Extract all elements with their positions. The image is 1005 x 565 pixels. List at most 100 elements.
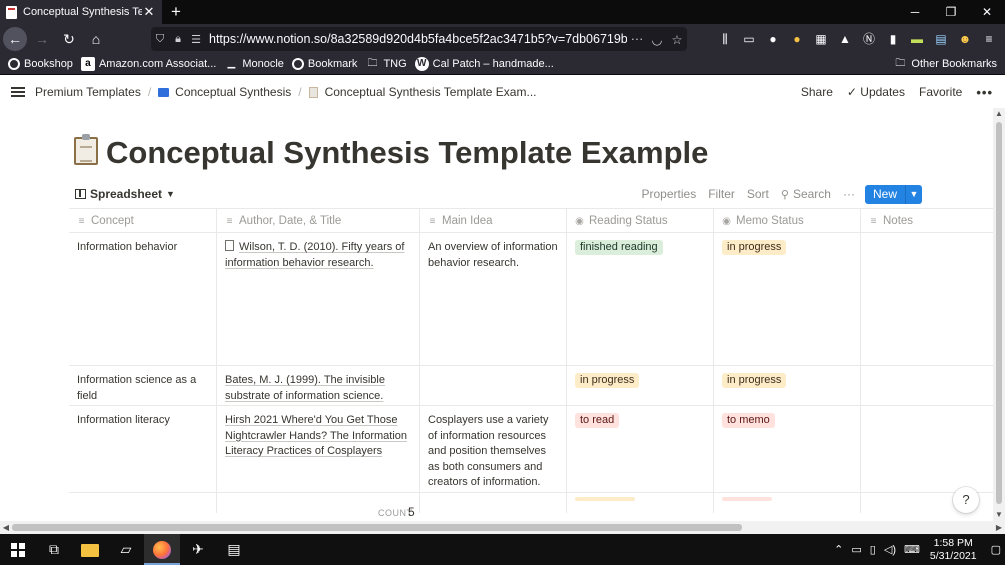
app-icon[interactable]: ▱ <box>108 534 144 565</box>
restore-icon[interactable]: ❐ <box>933 0 969 24</box>
bookmark-star-icon[interactable]: ☆ <box>667 32 687 47</box>
app-icon[interactable]: ✈ <box>180 534 216 565</box>
new-tab-button[interactable]: + <box>162 2 190 22</box>
file-explorer-icon[interactable] <box>72 534 108 565</box>
reading-status-cell[interactable]: to read <box>567 406 714 492</box>
reading-status-cell[interactable]: in progress <box>567 366 714 405</box>
library-icon[interactable]: ⫼ <box>713 28 737 50</box>
memo-status-cell[interactable]: to memo <box>714 406 861 492</box>
main-idea-cell[interactable]: Cosplayers use a variety of information … <box>420 406 567 492</box>
concept-cell[interactable]: Information science as a field <box>69 366 217 405</box>
share-button[interactable]: Share <box>801 85 833 99</box>
author-link[interactable]: Hirsh 2021 Where'd You Get Those Nightcr… <box>225 414 407 457</box>
scrollbar-thumb[interactable] <box>12 524 742 531</box>
minimize-icon[interactable]: ─ <box>897 0 933 24</box>
close-tab-icon[interactable]: ✕ <box>142 4 156 20</box>
concept-cell[interactable]: Information literacy <box>69 406 217 492</box>
scroll-right-icon[interactable]: ▶ <box>993 521 1005 534</box>
chevron-up-icon[interactable]: ⌃ <box>834 543 843 556</box>
task-view-icon[interactable]: ⧉ <box>36 534 72 565</box>
reading-status-cell[interactable]: finished reading <box>567 233 714 365</box>
close-window-icon[interactable]: ✕ <box>969 0 1005 24</box>
breadcrumb-item[interactable]: Conceptual Synthesis Template Exam... <box>325 85 537 99</box>
memo-status-cell[interactable]: in progress <box>714 233 861 365</box>
search-button[interactable]: ⚲ Search <box>781 187 831 201</box>
column-header[interactable]: ≡ Notes <box>861 209 993 233</box>
breadcrumb-item[interactable]: Premium Templates <box>35 85 141 99</box>
home-icon[interactable]: ⌂ <box>84 27 108 51</box>
volume-icon[interactable]: ◁) <box>884 543 896 556</box>
sort-button[interactable]: Sort <box>747 187 769 201</box>
reload-icon[interactable]: ↻ <box>57 27 81 51</box>
extension-icon[interactable]: ● <box>785 28 809 50</box>
back-arrow-icon[interactable]: ← <box>3 27 27 51</box>
column-header[interactable]: ≡ Concept <box>69 209 217 233</box>
extension-icon[interactable]: ▦ <box>809 28 833 50</box>
chevron-down-icon[interactable]: ▼ <box>905 184 922 204</box>
clipboard-page-icon[interactable] <box>74 134 98 165</box>
help-button[interactable]: ? <box>953 487 979 513</box>
vertical-scrollbar[interactable]: ▲ ▼ <box>993 108 1005 521</box>
sidebar-icon[interactable]: ▭ <box>737 28 761 50</box>
page-title[interactable]: Conceptual Synthesis Template Example <box>106 135 708 171</box>
clock[interactable]: 1:58 PM 5/31/2021 <box>930 537 977 563</box>
author-link[interactable]: Bates, M. J. (1999). The invisible subst… <box>225 374 385 402</box>
language-icon[interactable]: ⌨ <box>904 543 920 556</box>
column-header[interactable]: ≡ Author, Date, & Title <box>217 209 420 233</box>
memo-status-cell[interactable]: in progress <box>714 366 861 405</box>
author-cell[interactable]: Bates, M. J. (1999). The invisible subst… <box>217 366 420 405</box>
scroll-left-icon[interactable]: ◀ <box>0 521 12 534</box>
notes-cell[interactable] <box>861 406 993 492</box>
bookmark-item[interactable]: W Cal Patch – handmade... <box>414 57 554 71</box>
forward-arrow-icon[interactable]: → <box>30 27 54 51</box>
scrollbar-thumb[interactable] <box>996 122 1002 504</box>
table-row[interactable]: Information science as a field Bates, M.… <box>69 366 993 406</box>
author-cell[interactable]: Hirsh 2021 Where'd You Get Those Nightcr… <box>217 406 420 492</box>
url-text[interactable]: https://www.notion.so/8a32589d920d4b5fa4… <box>209 32 627 46</box>
bookmark-item[interactable]: Bookshop <box>8 58 73 70</box>
network-icon[interactable]: ▯ <box>870 543 876 556</box>
pocket-icon[interactable]: ◡ <box>647 32 667 47</box>
firefox-icon[interactable] <box>144 534 180 565</box>
scroll-up-icon[interactable]: ▲ <box>993 108 1005 120</box>
extension-icon[interactable]: ● <box>761 28 785 50</box>
menu-icon[interactable]: ≡ <box>977 28 1001 50</box>
extension-icon[interactable]: ▬ <box>905 28 929 50</box>
table-row[interactable]: Information literacy Hirsh 2021 Where'd … <box>69 406 993 493</box>
extension-icon[interactable]: ▮ <box>881 28 905 50</box>
other-bookmarks-folder[interactable]: 🗀︎ Other Bookmarks <box>893 57 997 71</box>
scroll-down-icon[interactable]: ▼ <box>993 509 1005 521</box>
new-button[interactable]: New <box>864 184 905 204</box>
filter-button[interactable]: Filter <box>708 187 735 201</box>
properties-button[interactable]: Properties <box>642 187 697 201</box>
main-idea-cell[interactable]: An overview of information behavior rese… <box>420 233 567 365</box>
sidebar-toggle-icon[interactable] <box>11 87 25 97</box>
horizontal-scrollbar[interactable]: ◀ ▶ <box>0 521 1005 534</box>
bookmark-item[interactable]: Bookmark <box>291 58 357 70</box>
page-actions-icon[interactable]: ··· <box>627 32 647 46</box>
notes-cell[interactable] <box>861 366 993 405</box>
main-idea-cell[interactable] <box>420 366 567 405</box>
shield-icon[interactable]: ⛉ <box>151 33 169 46</box>
extension-icon[interactable]: Ⓝ <box>857 28 881 50</box>
extension-icon[interactable]: ▲ <box>833 28 857 50</box>
battery-icon[interactable]: ▭ <box>851 543 861 556</box>
table-row[interactable]: Information behavior Wilson, T. D. (2010… <box>69 233 993 366</box>
bookmark-item[interactable]: a Amazon.com Associat... <box>80 57 216 71</box>
spreadsheet-app-icon[interactable]: ▤ <box>216 534 252 565</box>
bookmark-folder[interactable]: 🗀︎ TNG <box>365 57 406 71</box>
updates-button[interactable]: ✓ Updates <box>847 85 905 99</box>
extension-icon[interactable]: ▤ <box>929 28 953 50</box>
author-cell[interactable]: Wilson, T. D. (2010). Fifty years of inf… <box>217 233 420 365</box>
more-view-options-icon[interactable]: ··· <box>843 187 855 201</box>
column-header[interactable]: ◉ Reading Status <box>567 209 714 233</box>
emoji-extension-icon[interactable]: ☻ <box>953 28 977 50</box>
notes-cell[interactable] <box>861 233 993 365</box>
notifications-icon[interactable]: ▢ <box>991 543 1001 556</box>
more-options-icon[interactable]: ••• <box>976 85 993 100</box>
column-header[interactable]: ◉ Memo Status <box>714 209 861 233</box>
address-bar[interactable]: ⛉ 🔒︎ ☰ https://www.notion.so/8a32589d920… <box>151 27 687 51</box>
lock-icon[interactable]: 🔒︎ <box>169 33 187 46</box>
browser-tab[interactable]: Conceptual Synthesis Templat ✕ <box>0 0 162 24</box>
breadcrumb-item[interactable]: Conceptual Synthesis <box>175 85 291 99</box>
